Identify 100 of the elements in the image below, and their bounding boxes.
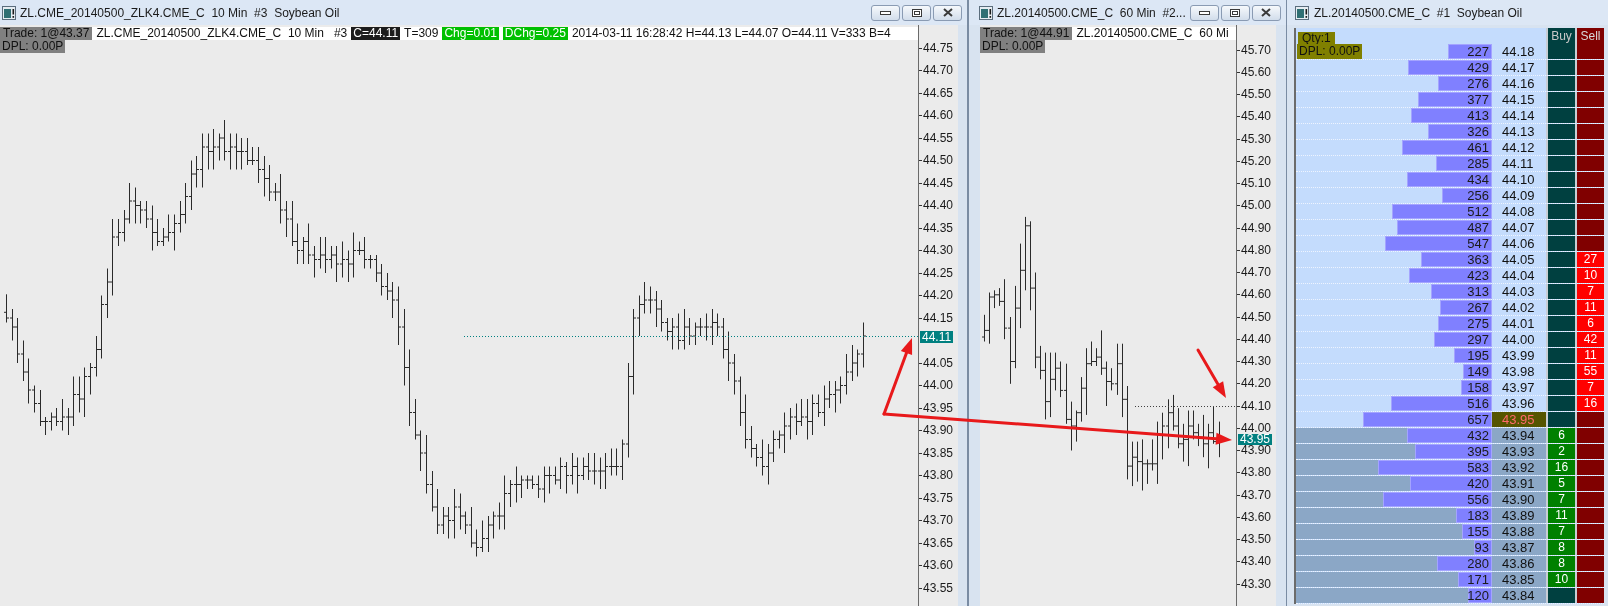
sell-cell[interactable] <box>1575 124 1604 139</box>
buy-cell[interactable] <box>1546 92 1575 107</box>
buy-cell[interactable] <box>1546 348 1575 363</box>
buy-cell[interactable] <box>1546 396 1575 411</box>
close-button[interactable] <box>1251 4 1281 21</box>
sell-cell[interactable]: 55 <box>1575 364 1604 379</box>
price-axis-label: 43.60 <box>1241 511 1272 523</box>
buy-cell[interactable] <box>1546 236 1575 251</box>
price-text: 43.90 <box>1492 492 1546 507</box>
sell-cell[interactable] <box>1575 556 1604 571</box>
restore-button[interactable] <box>902 4 931 21</box>
buy-cell[interactable]: 10 <box>1546 572 1575 587</box>
sell-cell[interactable] <box>1575 140 1604 155</box>
sell-cell[interactable] <box>1575 76 1604 91</box>
volume-text: 326 <box>1467 124 1489 139</box>
buy-cell[interactable] <box>1546 364 1575 379</box>
buy-cell[interactable] <box>1546 252 1575 267</box>
sell-cell[interactable] <box>1575 524 1604 539</box>
minimize-button[interactable] <box>1189 4 1219 21</box>
sell-cell[interactable] <box>1575 460 1604 475</box>
buy-cell[interactable]: 7 <box>1546 524 1575 539</box>
buy-cell[interactable] <box>1546 188 1575 203</box>
price-axis-label: 43.40 <box>1241 556 1272 568</box>
price-axis-label: 44.75 <box>923 42 954 54</box>
price-axis-label: 43.90 <box>923 425 954 437</box>
price-axis-label: 44.15 <box>923 312 954 324</box>
price-axis-label: 45.00 <box>1241 200 1272 212</box>
sell-cell[interactable]: 42 <box>1575 332 1604 347</box>
buy-cell[interactable] <box>1546 60 1575 75</box>
buy-cell[interactable] <box>1546 140 1575 155</box>
sell-cell[interactable] <box>1575 476 1604 491</box>
buy-cell[interactable] <box>1546 44 1575 59</box>
sell-cell[interactable] <box>1575 220 1604 235</box>
buy-cell[interactable] <box>1546 380 1575 395</box>
sell-cell[interactable] <box>1575 508 1604 523</box>
close-button[interactable] <box>933 4 962 21</box>
sell-cell[interactable]: 27 <box>1575 252 1604 267</box>
sell-cell[interactable] <box>1575 428 1604 443</box>
sell-cell[interactable] <box>1575 540 1604 555</box>
price-axis-label: 44.35 <box>923 222 954 234</box>
buy-cell[interactable] <box>1546 588 1575 603</box>
window-title: ZL.20140500.CME_C 60 Min #2... <box>997 4 1186 22</box>
buy-cell[interactable] <box>1546 76 1575 91</box>
buy-cell[interactable]: 16 <box>1546 460 1575 475</box>
sell-cell[interactable] <box>1575 588 1604 603</box>
sell-cell[interactable]: 7 <box>1575 380 1604 395</box>
buy-cell[interactable] <box>1546 332 1575 347</box>
sell-cell[interactable] <box>1575 444 1604 459</box>
buy-cell[interactable]: 5 <box>1546 476 1575 491</box>
volume-text: 461 <box>1467 140 1489 155</box>
buy-cell[interactable] <box>1546 156 1575 171</box>
restore-button[interactable] <box>1220 4 1250 21</box>
buy-cell[interactable]: 7 <box>1546 492 1575 507</box>
minimize-icon <box>880 10 891 15</box>
price-text: 43.88 <box>1492 524 1546 539</box>
buy-cell[interactable] <box>1546 284 1575 299</box>
buy-cell[interactable] <box>1546 300 1575 315</box>
sell-cell[interactable]: 16 <box>1575 396 1604 411</box>
sell-cell[interactable] <box>1575 412 1604 427</box>
volume-text: 432 <box>1467 428 1489 443</box>
sell-cell[interactable]: 11 <box>1575 348 1604 363</box>
buy-cell[interactable]: 2 <box>1546 444 1575 459</box>
buy-cell[interactable] <box>1546 204 1575 219</box>
sell-cell[interactable] <box>1575 92 1604 107</box>
sell-cell[interactable] <box>1575 188 1604 203</box>
buy-cell[interactable] <box>1546 172 1575 187</box>
buy-cell[interactable]: 8 <box>1546 540 1575 555</box>
chart-info-text: T=309 <box>404 27 439 40</box>
dpl-label: DPL: 0.00P <box>0 40 66 53</box>
sell-cell[interactable] <box>1575 156 1604 171</box>
buy-cell[interactable] <box>1546 108 1575 123</box>
sell-cell[interactable] <box>1575 572 1604 587</box>
sell-cell[interactable]: 6 <box>1575 316 1604 331</box>
price-axis-label: 44.70 <box>923 65 954 77</box>
price-axis-label: 44.40 <box>923 200 954 212</box>
volume-text: 423 <box>1467 268 1489 283</box>
sell-cell[interactable]: 10 <box>1575 268 1604 283</box>
sell-cell[interactable] <box>1575 492 1604 507</box>
sell-cell[interactable] <box>1575 236 1604 251</box>
volume-text: 413 <box>1467 108 1489 123</box>
sell-cell[interactable] <box>1575 44 1604 59</box>
buy-cell[interactable]: 8 <box>1546 556 1575 571</box>
price-axis-label: 43.85 <box>923 447 954 459</box>
buy-cell[interactable] <box>1546 220 1575 235</box>
buy-cell[interactable]: 6 <box>1546 428 1575 443</box>
minimize-button[interactable] <box>871 4 900 21</box>
sell-cell[interactable]: 11 <box>1575 300 1604 315</box>
sell-cell[interactable] <box>1575 172 1604 187</box>
dpl-label: DPL: 0.00P <box>1297 44 1363 59</box>
sell-cell[interactable] <box>1575 108 1604 123</box>
buy-cell[interactable] <box>1546 316 1575 331</box>
sell-cell[interactable] <box>1575 60 1604 75</box>
buy-cell[interactable] <box>1546 124 1575 139</box>
buy-cell[interactable]: 11 <box>1546 508 1575 523</box>
buy-cell[interactable] <box>1546 412 1575 427</box>
price-axis-label: 44.60 <box>923 110 954 122</box>
buy-cell[interactable] <box>1546 268 1575 283</box>
price-axis-label: 43.80 <box>923 470 954 482</box>
sell-cell[interactable]: 7 <box>1575 284 1604 299</box>
sell-cell[interactable] <box>1575 204 1604 219</box>
